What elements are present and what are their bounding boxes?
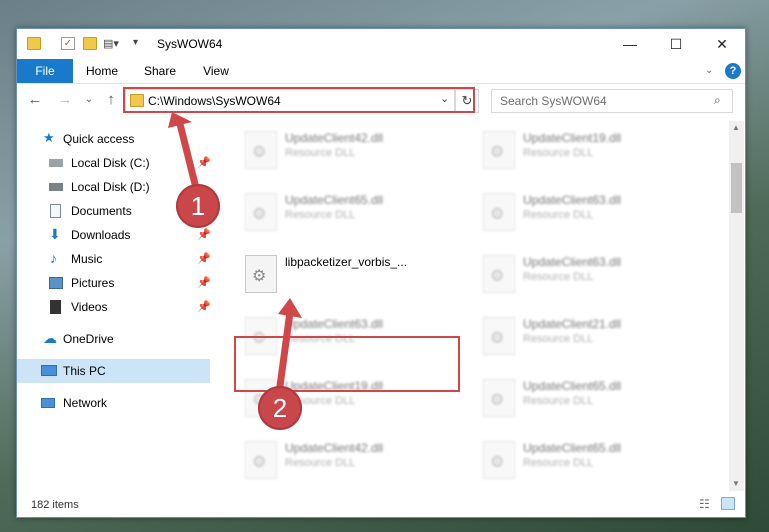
arrow-2-line — [276, 308, 294, 390]
arrow-2-head — [278, 298, 302, 318]
annotation-arrows — [168, 112, 302, 390]
step-1-badge: 1 — [176, 184, 220, 228]
step-2-badge: 2 — [258, 386, 302, 430]
